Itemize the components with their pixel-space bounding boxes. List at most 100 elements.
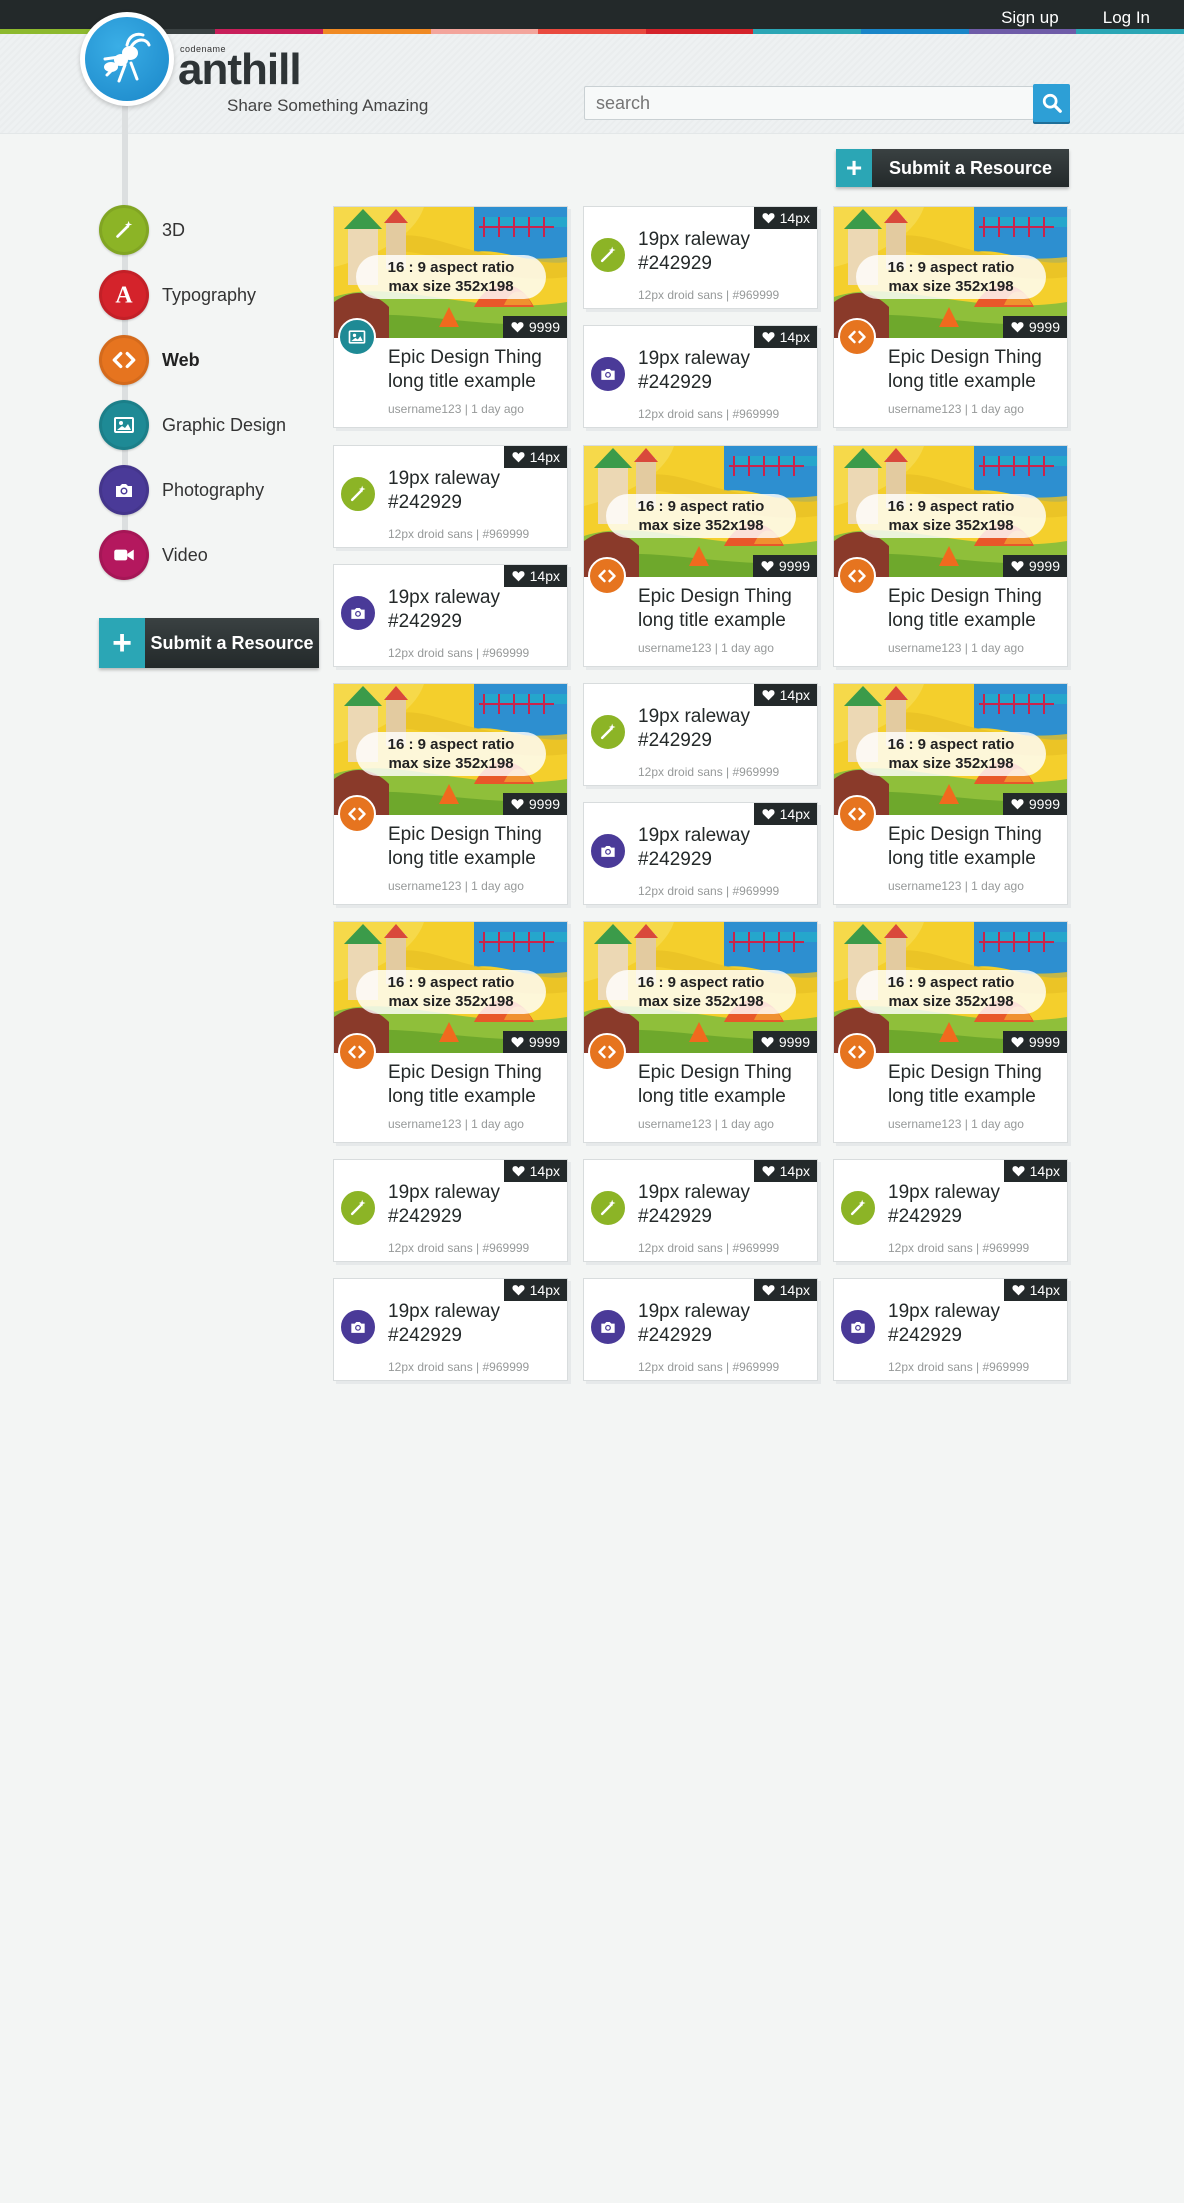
card-title[interactable]: 19px raleway #242929 [388,467,564,515]
ant-icon [103,32,151,83]
like-count-value: 14px [779,329,810,345]
heart-icon [762,1284,775,1296]
like-count[interactable]: 14px [503,565,567,587]
login-link[interactable]: Log In [1103,8,1150,28]
camera-icon [589,1308,627,1346]
heart-icon [762,689,775,701]
like-count[interactable]: 9999 [1002,316,1067,338]
card-title[interactable]: 19px raleway #242929 [638,1181,814,1229]
card-title[interactable]: Epic Design Thing long title example [888,585,1066,633]
like-count[interactable]: 14px [503,1160,567,1182]
heart-icon [1012,1165,1025,1177]
resource-card[interactable]: 16 : 9 aspect ratio max size 352x198 9999 E… [833,683,1068,905]
sidebar-item-web[interactable]: Web [99,335,399,385]
card-title[interactable]: 19px raleway #242929 [638,705,814,753]
resource-card[interactable]: 14px 19px raleway #242929 12px droid sans … [833,1278,1068,1381]
resource-card[interactable]: 16 : 9 aspect ratio max size 352x198 9999 E… [583,921,818,1143]
like-count-value: 9999 [528,796,560,812]
card-title[interactable]: 19px raleway #242929 [388,1181,564,1229]
sidebar-item-3d[interactable]: 3D [99,205,399,255]
search-button[interactable] [1033,84,1070,122]
card-title[interactable]: 19px raleway #242929 [888,1300,1064,1348]
sidebar-item-video[interactable]: Video [99,530,399,580]
like-count-value: 14px [779,210,810,226]
card-meta: username123 | 1 day ago [638,1117,774,1131]
card-meta: 12px droid sans | #969999 [888,1360,1030,1374]
resource-card[interactable]: 16 : 9 aspect ratio max size 352x198 9999 E… [333,921,568,1143]
top-bar: Sign up Log In [0,0,1184,34]
like-count-value: 14px [1029,1282,1060,1298]
heart-icon [511,1036,524,1048]
thumbnail-placeholder-note: 16 : 9 aspect ratio max size 352x198 [856,970,1046,1014]
resource-card[interactable]: 14px 19px raleway #242929 12px droid sans … [333,1278,568,1381]
card-title[interactable]: Epic Design Thing long title example [388,346,566,394]
card-title[interactable]: 19px raleway #242929 [638,1300,814,1348]
card-title[interactable]: 19px raleway #242929 [638,347,814,395]
card-title[interactable]: 19px raleway #242929 [638,824,814,872]
tagline: Share Something Amazing [227,96,429,115]
card-title[interactable]: 19px raleway #242929 [888,1181,1064,1229]
card-title[interactable]: 19px raleway #242929 [388,1300,564,1348]
logo[interactable] [80,12,174,106]
thumbnail-placeholder-note: 16 : 9 aspect ratio max size 352x198 [856,494,1046,538]
resource-card[interactable]: 14px 19px raleway #242929 12px droid sans … [583,683,818,786]
resource-card[interactable]: 16 : 9 aspect ratio max size 352x198 9999 E… [833,206,1068,428]
like-count[interactable]: 14px [753,684,817,706]
heart-icon [1011,1036,1024,1048]
card-title[interactable]: Epic Design Thing long title example [638,1061,816,1109]
thumbnail-placeholder-note: 16 : 9 aspect ratio max size 352x198 [606,494,796,538]
resource-card[interactable]: 14px 19px raleway #242929 12px droid sans … [583,325,818,428]
like-count[interactable]: 9999 [502,1031,567,1053]
like-count[interactable]: 9999 [752,1031,817,1053]
resource-card[interactable]: 16 : 9 aspect ratio max size 352x198 9999 E… [833,921,1068,1143]
sidebar-item-label: 3D [162,219,186,240]
card-title[interactable]: Epic Design Thing long title example [388,1061,566,1109]
sidebar-item-graphic[interactable]: Graphic Design [99,400,399,450]
like-count[interactable]: 14px [753,207,817,229]
sidebar-submit-button[interactable]: + Submit a Resource [99,618,319,668]
like-count[interactable]: 9999 [1002,1031,1067,1053]
sidebar-item-typography[interactable]: A Typography [99,270,399,320]
like-count[interactable]: 14px [753,803,817,825]
resource-card[interactable]: 14px 19px raleway #242929 12px droid sans … [583,206,818,309]
heart-icon [762,212,775,224]
resource-card[interactable]: 14px 19px raleway #242929 12px droid sans … [583,802,818,905]
thumbnail-placeholder-note: 16 : 9 aspect ratio max size 352x198 [606,970,796,1014]
card-title[interactable]: 19px raleway #242929 [388,586,564,634]
search-input[interactable] [584,86,1034,120]
like-count[interactable]: 14px [1003,1279,1067,1301]
signup-link[interactable]: Sign up [1001,8,1059,28]
like-count[interactable]: 14px [753,1160,817,1182]
heart-icon [762,808,775,820]
like-count[interactable]: 9999 [502,316,567,338]
like-count[interactable]: 9999 [1002,793,1067,815]
sidebar-item-photo[interactable]: Photography [99,465,399,515]
resource-card[interactable]: 16 : 9 aspect ratio max size 352x198 9999 E… [333,683,568,905]
resource-card[interactable]: 14px 19px raleway #242929 12px droid sans … [833,1159,1068,1262]
like-count[interactable]: 9999 [752,555,817,577]
placeholder-line-1: 16 : 9 aspect ratio [887,498,1015,515]
card-title[interactable]: Epic Design Thing long title example [638,585,816,633]
card-title[interactable]: Epic Design Thing long title example [888,346,1066,394]
resource-card[interactable]: 16 : 9 aspect ratio max size 352x198 9999 E… [583,445,818,667]
resource-card[interactable]: 14px 19px raleway #242929 12px droid sans … [583,1159,818,1262]
like-count[interactable]: 14px [1003,1160,1067,1182]
resource-card[interactable]: 14px 19px raleway #242929 12px droid sans … [583,1278,818,1381]
card-meta: username123 | 1 day ago [388,402,524,416]
like-count-value: 9999 [1028,558,1060,574]
card-title[interactable]: 19px raleway #242929 [638,228,814,276]
camera-icon [99,465,149,515]
like-count[interactable]: 9999 [502,793,567,815]
like-count[interactable]: 14px [503,1279,567,1301]
card-title[interactable]: Epic Design Thing long title example [888,823,1066,871]
like-count[interactable]: 14px [753,326,817,348]
resource-card[interactable]: 16 : 9 aspect ratio max size 352x198 9999 E… [833,445,1068,667]
resource-card[interactable]: 14px 19px raleway #242929 12px droid sans … [333,1159,568,1262]
card-title[interactable]: Epic Design Thing long title example [888,1061,1066,1109]
code-icon [99,335,149,385]
like-count[interactable]: 9999 [1002,555,1067,577]
like-count[interactable]: 14px [753,1279,817,1301]
like-count[interactable]: 14px [503,446,567,468]
card-title[interactable]: Epic Design Thing long title example [388,823,566,871]
main-submit-button[interactable]: + Submit a Resource [836,149,1069,187]
